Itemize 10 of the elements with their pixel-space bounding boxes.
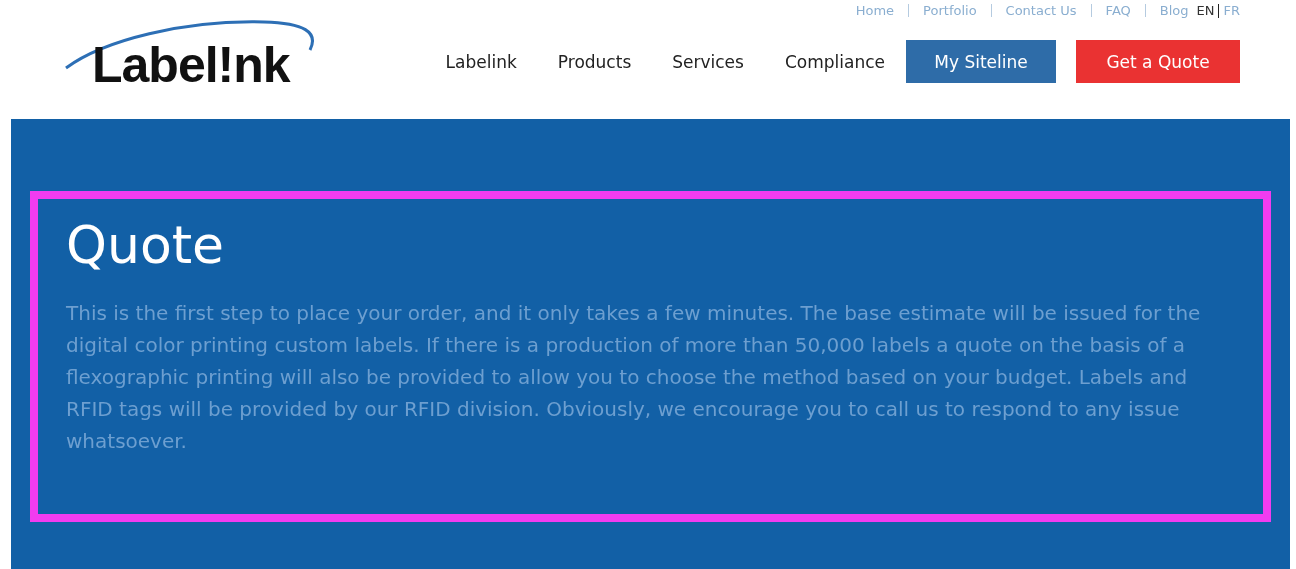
quote-button[interactable]: Get a Quote	[1076, 40, 1240, 83]
nav-link[interactable]: Products	[557, 51, 632, 72]
language-link[interactable]: EN	[1196, 3, 1215, 18]
intro-paragraph: This is the first step to place your order, and it only takes a few minutes. The base estimate will be issued for the digital color printing custom labels. If there is a production of more than 50,000 labels a quote on the basis of a flexographic printing will also be provided to allow you to choose the method based on your budget. Labels and RFID tags will be provided by our RFID division. Obviously, we encourage you to call us to respond to any issue whatsoever.	[66, 300, 1202, 455]
nav-link[interactable]: Compliance	[784, 51, 885, 72]
siteline-button[interactable]: My Siteline	[906, 40, 1056, 83]
logo[interactable]: Label!nk	[92, 36, 290, 94]
page-title: Quote	[66, 215, 226, 275]
nav-link[interactable]: Services	[672, 51, 744, 72]
nav-link[interactable]: Labelink	[445, 51, 517, 72]
